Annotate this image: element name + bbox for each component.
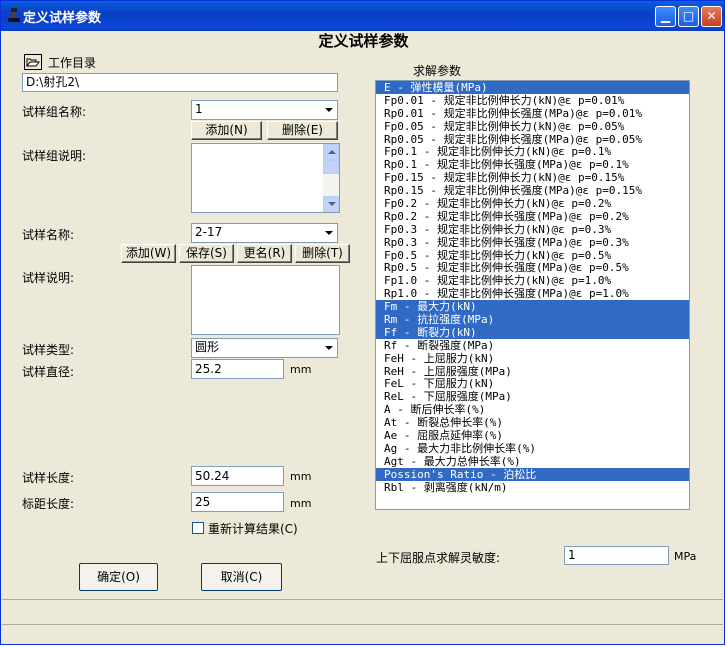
sample-name-label: 试样名称: [22,228,75,242]
stamp-icon [8,8,20,22]
list-item[interactable]: At - 断裂总伸长率(%) [376,416,689,429]
folder-open-icon[interactable] [24,54,42,70]
diameter-unit: mm [290,363,312,376]
gauge-length-label: 标距长度: [22,497,75,511]
list-item[interactable]: Fm - 最大力(kN) [376,300,689,314]
length-label: 试样长度: [22,471,75,485]
sample-name-combo[interactable]: 2-17 [191,223,338,243]
list-item[interactable]: Rp1.0 - 规定非比例伸长强度(MPa)@ε p=1.0% [376,287,689,300]
diameter-input[interactable]: 25.2 [191,359,284,379]
group-desc-label: 试样组说明: [22,149,87,163]
sample-desc-label: 试样说明: [22,271,75,285]
list-item[interactable]: E - 弹性模量(MPa) [376,81,689,94]
group-name-label: 试样组名称: [22,105,87,119]
list-item[interactable]: Ff - 断裂力(kN) [376,325,689,339]
list-item[interactable]: FeL - 下屈服力(kN) [376,377,689,391]
chevron-down-icon[interactable] [321,102,336,118]
recalc-label[interactable]: 重新计算结果(C) [208,520,298,537]
scroll-down-icon[interactable] [323,196,339,212]
recalc-checkbox[interactable] [192,522,204,534]
maximize-icon: □ [682,9,695,23]
list-item[interactable]: Rp0.15 - 规定非比例伸长强度(MPa)@ε p=0.15% [376,184,689,197]
chevron-down-icon[interactable] [321,225,336,241]
sample-rename-button[interactable]: 更名(R) [237,244,292,263]
diameter-label: 试样直径: [22,365,75,379]
group-name-combo[interactable]: 1 [191,100,338,120]
minimize-button[interactable]: ▁ [655,6,676,27]
window-title: 定义试样参数 [23,11,102,26]
list-item[interactable]: Rp0.1 - 规定非比例伸长强度(MPa)@ε p=0.1% [376,158,689,171]
list-item[interactable]: Agt - 最大力总伸长率(%) [376,455,689,468]
list-item[interactable]: FeH - 上屈服力(kN) [376,352,689,365]
list-item[interactable]: A - 断后伸长率(%) [376,403,689,416]
status-bar [2,599,723,625]
params-label: 求解参数 [413,64,462,78]
list-item[interactable]: Rp0.3 - 规定非比例伸长强度(MPa)@ε p=0.3% [376,236,689,249]
minimize-icon: ▁ [660,9,671,23]
list-item[interactable]: Fp0.05 - 规定非比例伸长力(kN)@ε p=0.05% [376,120,689,133]
workdir-label: 工作目录 [48,56,97,70]
dialog-window: 定义试样参数 ▁ □ ✕ 定义试样参数 工作目录 D:\射孔2\ 试样组名称: … [0,0,725,645]
list-item[interactable]: Rm - 抗拉强度(MPa) [376,313,689,326]
group-add-button[interactable]: 添加(N) [191,121,262,140]
dialog-heading: 定义试样参数 [318,32,409,50]
list-item[interactable]: Ag - 最大力非比例伸长率(%) [376,442,689,455]
list-item[interactable]: Fp0.2 - 规定非比例伸长力(kN)@ε p=0.2% [376,197,689,210]
sample-type-label: 试样类型: [22,343,75,357]
chevron-down-icon[interactable] [321,340,336,356]
list-item[interactable]: Rp0.5 - 规定非比例伸长强度(MPa)@ε p=0.5% [376,261,689,275]
list-item[interactable]: Fp0.15 - 规定非比例伸长力(kN)@ε p=0.15% [376,171,689,184]
list-item[interactable]: Ae - 屈服点延伸率(%) [376,429,689,442]
sample-add-button[interactable]: 添加(W) [121,244,176,263]
length-unit: mm [290,470,312,483]
sample-name-value: 2-17 [195,225,223,239]
list-item[interactable]: Rf - 断裂强度(MPa) [376,339,689,352]
gauge-length-unit: mm [290,497,312,510]
sample-save-button[interactable]: 保存(S) [179,244,234,263]
list-item[interactable]: Fp0.1 - 规定非比例伸长力(kN)@ε p=0.1% [376,145,689,159]
list-item[interactable]: Fp0.3 - 规定非比例伸长力(kN)@ε p=0.3% [376,223,689,236]
sensitivity-input[interactable]: 1 [564,546,669,565]
group-name-value: 1 [195,102,203,116]
list-item[interactable]: Rp0.2 - 规定非比例伸长强度(MPa)@ε p=0.2% [376,210,689,223]
close-icon: ✕ [706,9,717,23]
list-item[interactable]: Rbl - 剥离强度(kN/m) [376,481,689,494]
scroll-up-icon[interactable] [323,144,339,160]
sample-type-value: 圆形 [195,340,220,354]
close-button[interactable]: ✕ [701,6,722,27]
gauge-length-input[interactable]: 25 [191,492,284,512]
sample-type-combo[interactable]: 圆形 [191,338,338,358]
list-item[interactable]: Rp0.05 - 规定非比例伸长强度(MPa)@ε p=0.05% [376,133,689,146]
scroll-thumb[interactable] [323,160,339,174]
sample-delete-button[interactable]: 删除(T) [295,244,350,263]
list-item[interactable]: ReH - 上屈服强度(MPa) [376,365,689,378]
list-item[interactable]: ReL - 下屈服强度(MPa) [376,390,689,403]
list-item[interactable]: Possion's Ratio - 泊松比 [376,467,689,481]
params-listbox[interactable]: E - 弹性模量(MPa) Fp0.01 - 规定非比例伸长力(kN)@ε p=0… [375,80,690,510]
list-item[interactable]: Fp1.0 - 规定非比例伸长力(kN)@ε p=1.0% [376,274,689,287]
sample-desc-textarea[interactable] [191,265,340,335]
maximize-button[interactable]: □ [678,6,699,27]
workdir-path-field[interactable]: D:\射孔2\ [22,73,338,92]
list-item[interactable]: Fp0.5 - 规定非比例伸长力(kN)@ε p=0.5% [376,249,689,262]
sensitivity-unit: MPa [674,550,697,563]
group-delete-button[interactable]: 删除(E) [267,121,338,140]
params-list[interactable]: E - 弹性模量(MPa) Fp0.01 - 规定非比例伸长力(kN)@ε p=0… [376,81,689,494]
list-item[interactable]: Rp0.01 - 规定非比例伸长强度(MPa)@ε p=0.01% [376,107,689,120]
group-desc-textarea[interactable] [191,143,340,213]
group-desc-scrollbar[interactable] [323,144,339,212]
title-bar[interactable]: 定义试样参数 ▁ □ ✕ [1,1,724,31]
ok-button[interactable]: 确定(O) [79,563,158,591]
list-item[interactable]: Fp0.01 - 规定非比例伸长力(kN)@ε p=0.01% [376,94,689,107]
sensitivity-label: 上下屈服点求解灵敏度: [376,551,501,565]
cancel-button[interactable]: 取消(C) [201,563,282,591]
length-input[interactable]: 50.24 [191,466,284,486]
